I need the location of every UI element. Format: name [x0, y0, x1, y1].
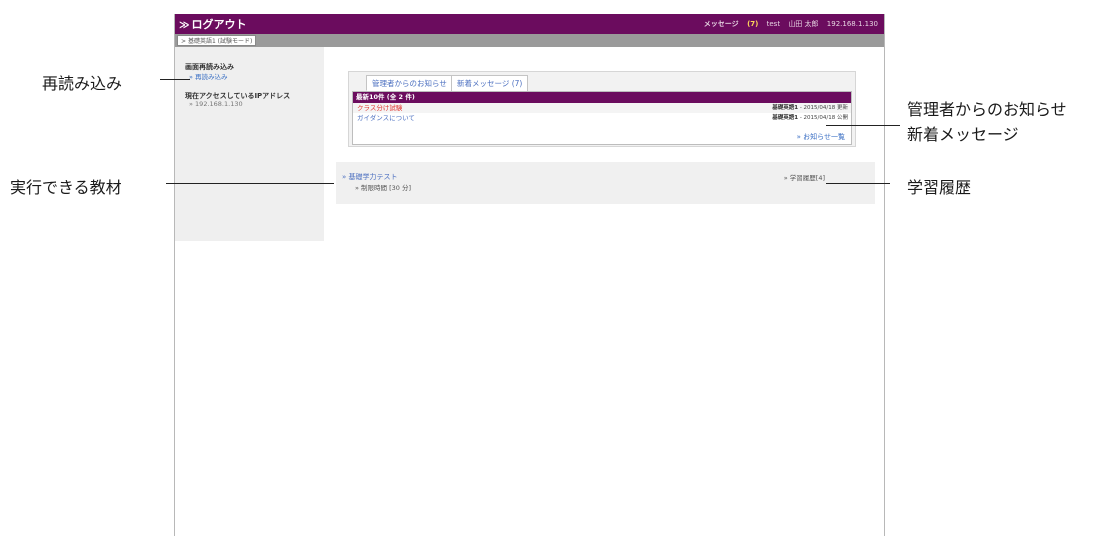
notice-panel: 最新10件 (全 2 件) クラス分け試験 基礎英語1 - 2015/04/18… [352, 91, 852, 145]
notice-list: クラス分け試験 基礎英語1 - 2015/04/18 更新 ガイダンスについて … [353, 103, 851, 123]
message-count: (7) [747, 20, 759, 28]
user-id: test [766, 20, 781, 28]
history-link[interactable]: » 学習履歴[4] [784, 172, 825, 182]
notice-row: ガイダンスについて 基礎英語1 - 2015/04/18 公開 [353, 113, 851, 123]
callout-reload: 再読み込み [42, 74, 123, 93]
callout-admin-notice: 管理者からのお知らせ [907, 100, 1067, 119]
top-bar: ≫ ログアウト メッセージ (7) test 山田 太郎 192.168.1.13… [175, 14, 884, 34]
double-chevron-right-icon: ≫ [179, 20, 190, 31]
tab-admin-notices[interactable]: 管理者からのお知らせ [366, 75, 453, 91]
notice-meta: 基礎英語1 - 2015/04/18 公開 [772, 113, 848, 123]
material-link[interactable]: » 基礎学力テスト [342, 172, 398, 182]
callout-materials-line [166, 183, 334, 184]
callout-history: 学習履歴 [907, 178, 972, 197]
notice-title[interactable]: ガイダンスについて [357, 113, 415, 123]
top-bar-info: メッセージ (7) test 山田 太郎 192.168.1.130 [698, 19, 878, 29]
notice-title[interactable]: クラス分け試験 [357, 103, 402, 113]
client-ip: 192.168.1.130 [826, 20, 878, 28]
course-tab[interactable]: > 基礎英語1 (試験モード) [177, 35, 257, 46]
notice-date: - 2015/04/18 更新 [799, 105, 848, 111]
notice-course: 基礎英語1 [772, 105, 799, 111]
callout-notice-line [826, 125, 900, 126]
notice-box: 管理者からのお知らせ 新着メッセージ (7) 最新10件 (全 2 件) クラス… [348, 71, 856, 147]
logout-button[interactable]: ≫ ログアウト [179, 16, 246, 32]
time-limit: » 制限時間 [30 分] [355, 184, 412, 192]
notice-header: 最新10件 (全 2 件) [353, 92, 851, 103]
app-window: ≫ ログアウト メッセージ (7) test 山田 太郎 192.168.1.13… [174, 14, 885, 536]
left-sidebar: 画面再読み込み » 再読み込み 現在アクセスしているIPアドレス » 192.1… [175, 47, 324, 241]
message-link[interactable]: メッセージ (7) [698, 20, 759, 28]
notice-row: クラス分け試験 基礎英語1 - 2015/04/18 更新 [353, 103, 851, 113]
notice-date: - 2015/04/18 公開 [799, 115, 848, 121]
reload-link[interactable]: » 再読み込み [189, 71, 228, 81]
callout-materials: 実行できる教材 [10, 178, 122, 197]
notice-course: 基礎英語1 [772, 115, 799, 121]
material-box: » 基礎学力テスト » 制限時間 [30 分] » 学習履歴[4] [336, 162, 875, 204]
course-bar: > 基礎英語1 (試験モード) [175, 34, 884, 47]
callout-new-messages: 新着メッセージ [907, 125, 1019, 144]
ip-value: » 192.168.1.130 [189, 100, 243, 108]
tab-new-messages[interactable]: 新着メッセージ (7) [451, 75, 529, 91]
callout-reload-line [160, 79, 190, 80]
callout-history-line [826, 183, 890, 184]
notice-meta: 基礎英語1 - 2015/04/18 更新 [772, 103, 848, 113]
user-name: 山田 太郎 [788, 20, 819, 28]
notice-list-link[interactable]: » お知らせ一覧 [797, 132, 845, 142]
